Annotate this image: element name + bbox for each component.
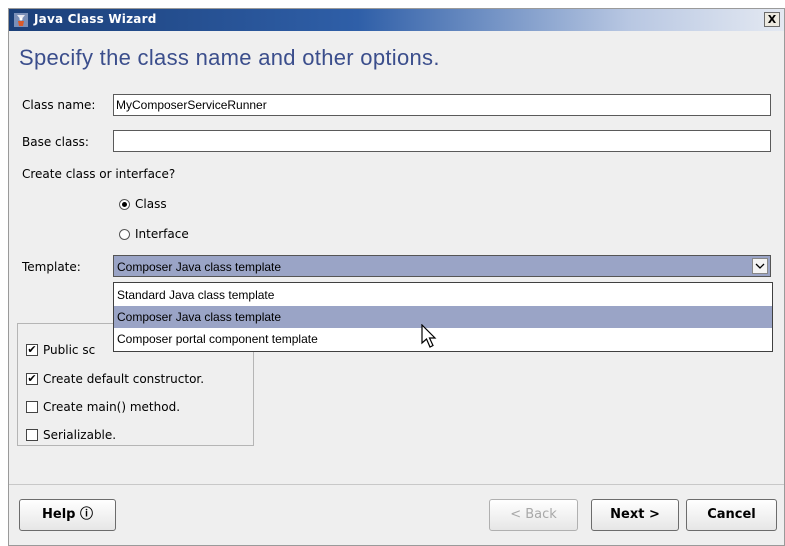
template-option-portal[interactable]: Composer portal component template	[114, 328, 772, 350]
next-button[interactable]: Next >	[591, 499, 679, 531]
kind-question-label: Create class or interface?	[22, 167, 176, 181]
default-constructor-label: Create default constructor.	[43, 372, 205, 386]
radio-interface-label: Interface	[135, 227, 189, 241]
mouse-pointer-icon	[421, 324, 437, 348]
default-constructor-option[interactable]: ✔ Create default constructor.	[26, 372, 204, 386]
main-method-checkbox[interactable]	[26, 401, 38, 413]
radio-interface[interactable]	[119, 228, 130, 240]
footer-divider	[9, 484, 784, 485]
template-combo[interactable]: Composer Java class template	[113, 255, 771, 277]
java-wizard-icon	[14, 13, 28, 27]
cancel-button[interactable]: Cancel	[686, 499, 777, 531]
radio-class[interactable]	[119, 198, 130, 210]
radio-class-option[interactable]: Class	[119, 197, 167, 211]
radio-interface-option[interactable]: Interface	[119, 227, 189, 241]
window-title: Java Class Wizard	[34, 12, 157, 26]
java-class-wizard-dialog: Java Class Wizard X Specify the class na…	[8, 8, 785, 546]
template-combo-value: Composer Java class template	[117, 260, 282, 274]
page-title: Specify the class name and other options…	[19, 45, 440, 70]
default-constructor-checkbox[interactable]: ✔	[26, 373, 38, 385]
class-name-label: Class name:	[22, 98, 96, 112]
radio-class-label: Class	[135, 197, 167, 211]
close-icon: X	[767, 13, 777, 26]
public-scope-label: Public sc	[43, 343, 96, 357]
serializable-checkbox[interactable]	[26, 429, 38, 441]
template-option-standard[interactable]: Standard Java class template	[114, 284, 772, 306]
back-button[interactable]: < Back	[489, 499, 578, 531]
main-method-label: Create main() method.	[43, 400, 181, 414]
chevron-down-icon	[755, 263, 765, 269]
base-class-label: Base class:	[22, 135, 89, 149]
template-dropdown-list[interactable]: Standard Java class template Composer Ja…	[113, 282, 773, 352]
help-button[interactable]: Help ⓘ	[19, 499, 116, 531]
serializable-label: Serializable.	[43, 428, 117, 442]
public-scope-option[interactable]: ✔ Public sc	[26, 343, 95, 357]
template-combo-toggle[interactable]	[752, 258, 768, 274]
template-label: Template:	[22, 260, 81, 274]
class-name-field[interactable]: MyComposerServiceRunner	[113, 94, 771, 116]
public-scope-checkbox[interactable]: ✔	[26, 344, 38, 356]
close-button[interactable]: X	[764, 12, 780, 27]
main-method-option[interactable]: Create main() method.	[26, 400, 180, 414]
serializable-option[interactable]: Serializable.	[26, 428, 116, 442]
base-class-field[interactable]	[113, 130, 771, 152]
title-bar[interactable]: Java Class Wizard X	[9, 9, 784, 31]
template-option-composer[interactable]: Composer Java class template	[114, 306, 772, 328]
